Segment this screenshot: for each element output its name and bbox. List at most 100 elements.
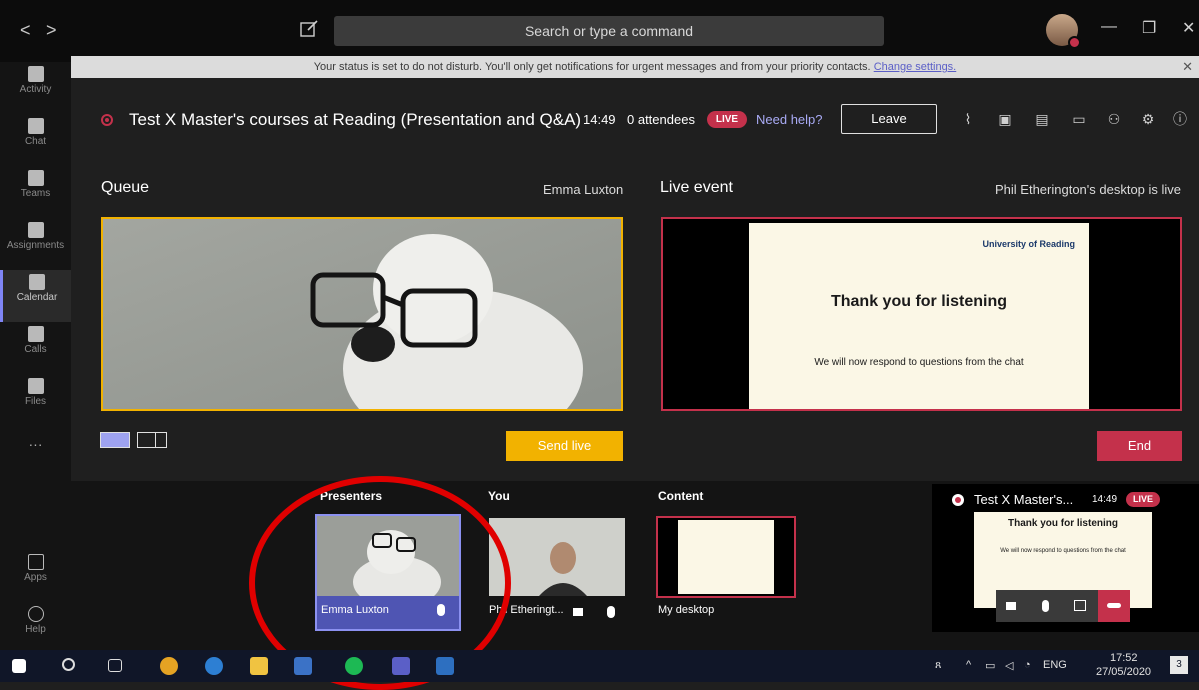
edge-icon[interactable] <box>205 657 223 675</box>
content-slide <box>678 520 774 594</box>
rail-item-calls[interactable]: Calls <box>0 322 71 374</box>
task-view-icon[interactable] <box>108 659 122 672</box>
rail-item-chat[interactable]: Chat <box>0 114 71 166</box>
you-name: Phil Etheringt... <box>489 604 564 616</box>
camera-icon[interactable] <box>573 608 583 616</box>
forward-arrow-icon[interactable]: > <box>46 20 57 41</box>
chat-icon[interactable]: ▭ <box>1070 110 1088 128</box>
compose-icon[interactable] <box>298 18 320 40</box>
rail-item-apps[interactable]: Apps <box>0 550 71 602</box>
notes-icon[interactable]: ▤ <box>1033 110 1051 128</box>
more-apps-icon[interactable]: ··· <box>0 436 71 488</box>
meeting-header: Test X Master's courses at Reading (Pres… <box>71 78 1199 158</box>
clock-time[interactable]: 17:52 <box>1110 652 1138 664</box>
teams-icon[interactable] <box>392 657 410 675</box>
spotify-icon[interactable] <box>345 657 363 675</box>
recording-icon <box>101 114 113 126</box>
you-heading: You <box>488 489 510 503</box>
rail-item-calendar[interactable]: Calendar <box>0 270 71 322</box>
microphone-icon[interactable] <box>1042 600 1049 612</box>
end-button[interactable]: End <box>1097 431 1182 461</box>
assignments-icon <box>27 222 44 238</box>
event-time: 14:49 <box>583 112 616 127</box>
queue-preview[interactable] <box>101 217 623 411</box>
presenter-tile[interactable]: Emma Luxton <box>315 514 461 631</box>
chevron-up-icon[interactable]: ^ <box>966 659 971 671</box>
teams-icon <box>27 170 44 186</box>
mini-time: 14:49 <box>1092 494 1118 505</box>
attendee-count: 0 attendees <box>627 112 695 127</box>
rail-label: Files <box>24 396 47 407</box>
bell-icon <box>27 66 44 82</box>
live-slide: University of Reading Thank you for list… <box>749 223 1089 409</box>
mini-slide-subtitle: We will now respond to questions from th… <box>1000 548 1126 554</box>
volume-icon[interactable]: ◁ <box>1005 659 1013 672</box>
file-explorer-icon[interactable] <box>250 657 268 675</box>
dnd-status-icon <box>1068 36 1081 49</box>
presenter-video <box>317 516 459 608</box>
rail-item-help[interactable]: Help <box>0 602 71 654</box>
hang-up-icon[interactable] <box>1098 590 1130 622</box>
language-indicator[interactable]: ENG <box>1043 659 1067 671</box>
layout-single-button[interactable] <box>100 432 130 448</box>
recording-icon <box>952 494 964 506</box>
change-settings-link[interactable]: Change settings. <box>874 61 957 73</box>
mini-live-window[interactable]: Test X Master's... 14:49 LIVE Thank you … <box>932 484 1199 632</box>
send-live-button[interactable]: Send live <box>506 431 623 461</box>
file-icon <box>27 378 44 394</box>
title-bar: < > Search or type a command — ❐ ✕ <box>0 0 1199 62</box>
slide-subtitle: We will now respond to questions from th… <box>814 357 1024 368</box>
battery-icon[interactable]: ▭ <box>985 659 995 672</box>
microphone-icon[interactable] <box>437 604 445 616</box>
phone-icon <box>27 326 44 342</box>
live-preview: University of Reading Thank you for list… <box>661 217 1182 411</box>
participants-icon[interactable]: ⚇ <box>1105 110 1123 128</box>
content-tile[interactable] <box>656 516 796 598</box>
maximize-icon[interactable]: ❐ <box>1142 18 1156 38</box>
you-tile[interactable]: Phil Etheringt... <box>489 518 625 630</box>
wifi-icon[interactable]: ◔ <box>1024 659 1031 671</box>
mini-title: Test X Master's... <box>974 492 1074 507</box>
rail-label: Activity <box>19 84 52 95</box>
layout-split-button[interactable] <box>137 432 167 448</box>
app-rail: Activity Chat Teams Assignments Calendar… <box>0 62 71 650</box>
microphone-icon[interactable] <box>607 606 615 618</box>
rail-item-activity[interactable]: Activity <box>0 62 71 114</box>
people-icon[interactable]: ጸ <box>935 659 941 672</box>
windows-start-icon[interactable] <box>12 659 26 673</box>
close-icon[interactable]: ✕ <box>1182 18 1195 38</box>
live-badge: LIVE <box>707 111 747 128</box>
notification-center-icon[interactable]: 3 <box>1170 656 1188 674</box>
health-icon[interactable]: ⌇ <box>959 110 977 128</box>
close-icon[interactable]: ✕ <box>1182 56 1193 78</box>
help-icon <box>27 606 44 622</box>
content-heading: Content <box>658 489 704 503</box>
rail-label: Teams <box>20 188 51 199</box>
need-help-link[interactable]: Need help? <box>756 112 823 127</box>
camera-icon[interactable] <box>1006 602 1016 610</box>
rail-item-files[interactable]: Files <box>0 374 71 426</box>
apps-icon <box>27 554 44 570</box>
rail-label: Calendar <box>16 292 58 303</box>
info-icon[interactable]: ⓘ <box>1171 110 1189 128</box>
stop-sharing-icon[interactable] <box>1074 600 1086 611</box>
search-icon[interactable] <box>62 658 75 671</box>
search-input[interactable]: Search or type a command <box>334 16 884 46</box>
leave-button[interactable]: Leave <box>841 104 937 134</box>
word-icon[interactable] <box>436 657 454 675</box>
notice-text: Your status is set to do not disturb. Yo… <box>313 61 871 73</box>
mini-live-badge: LIVE <box>1126 492 1160 507</box>
mini-slide-title: Thank you for listening <box>1007 518 1118 529</box>
teddy-bear-video <box>103 219 621 409</box>
rail-label: Chat <box>24 136 47 147</box>
rail-item-assignments[interactable]: Assignments <box>0 218 71 270</box>
rail-item-teams[interactable]: Teams <box>0 166 71 218</box>
minimize-icon[interactable]: — <box>1101 18 1117 36</box>
avatar[interactable] <box>1046 14 1081 49</box>
back-arrow-icon[interactable]: < <box>20 20 31 41</box>
chrome-icon[interactable] <box>160 657 178 675</box>
qa-icon[interactable]: ▣ <box>996 110 1014 128</box>
settings-gear-icon[interactable]: ⚙ <box>1139 110 1157 128</box>
clock-date[interactable]: 27/05/2020 <box>1096 666 1151 678</box>
outlook-icon[interactable] <box>294 657 312 675</box>
